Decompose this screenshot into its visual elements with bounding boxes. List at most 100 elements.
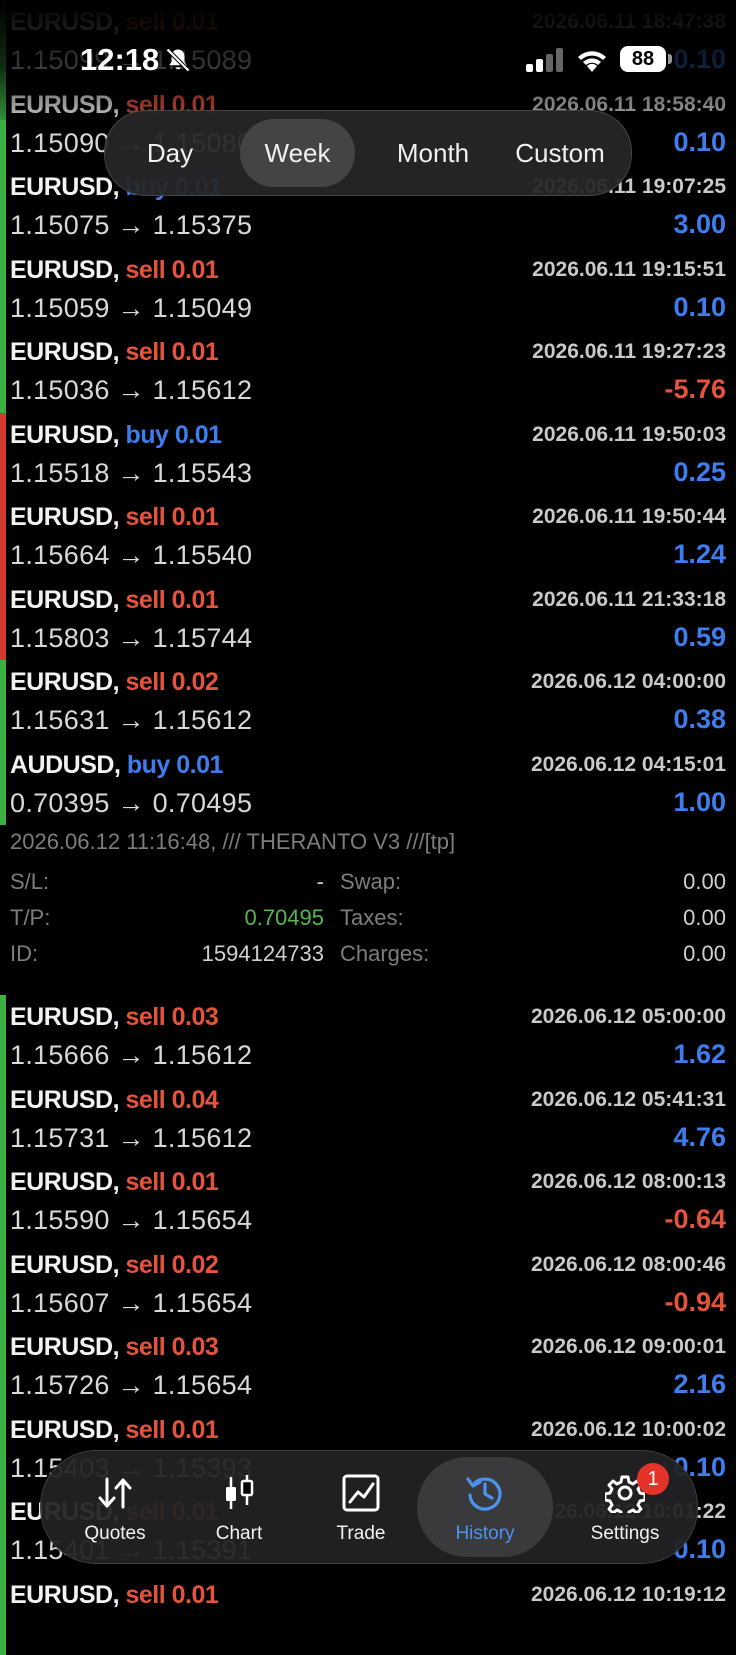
quotes-arrows-icon [95,1473,135,1513]
deal-row[interactable]: EURUSD, sell 0.02 2026.06.12 04:00:00 1.… [0,660,736,743]
period-tab-custom[interactable]: Custom [500,111,620,195]
taxes-label: Taxes: [340,905,404,931]
deal-prices: 1.15731 → 1.15612 [10,1123,252,1154]
taxes-value: 0.00 [683,905,726,931]
deal-side: sell [125,586,165,614]
deal-profit: -0.64 [664,1204,726,1235]
deal-prices: 1.15803 → 1.15744 [10,623,252,654]
deal-symbol-line: EURUSD, sell 0.01 [10,1416,218,1445]
deal-volume: 0.03 [172,1333,219,1361]
deal-prices: 1.15666 → 1.15612 [10,1040,252,1071]
deal-volume: 0.03 [172,1003,219,1031]
deal-symbol: EURUSD, [10,1333,119,1361]
deal-profit: 4.76 [673,1122,726,1153]
tp-label: T/P: [10,905,50,931]
deal-symbol: EURUSD, [10,421,119,449]
detail-row-tp: T/P: 0.70495 Taxes: 0.00 [10,905,726,935]
deal-symbol-line: EURUSD, sell 0.01 [10,338,218,367]
deal-stripe [0,330,6,413]
sl-label: S/L: [10,869,49,895]
deal-symbol: EURUSD, [10,503,119,531]
swap-value: 0.00 [683,869,726,895]
deal-symbol: EURUSD, [10,1003,119,1031]
deal-prices: 1.15518 → 1.15543 [10,458,252,489]
id-label: ID: [10,941,38,967]
deal-volume: 0.01 [172,1581,219,1609]
period-selector: Day Week Month Custom [104,110,632,196]
deal-profit: 3.00 [673,209,726,240]
tab-quotes[interactable]: Quotes [51,1451,179,1563]
tab-chart[interactable]: Chart [175,1451,303,1563]
deal-symbol: EURUSD, [10,1168,119,1196]
deal-side: sell [125,1581,165,1609]
swap-label: Swap: [340,869,401,895]
deal-row[interactable]: EURUSD, sell 0.01 2026.06.11 19:27:23 1.… [0,330,736,413]
deal-volume: 0.01 [172,256,219,284]
tab-trade-label: Trade [297,1523,425,1545]
deal-row[interactable]: EURUSD, sell 0.01 2026.06.12 10:19:12 [0,1573,736,1655]
battery-tip [668,54,672,64]
deal-volume: 0.01 [172,1416,219,1444]
deal-row[interactable]: EURUSD, sell 0.01 2026.06.11 21:33:18 1.… [0,578,736,661]
deal-profit: 2.16 [673,1369,726,1400]
candlestick-icon [219,1473,259,1513]
deal-profit: -0.94 [664,1287,726,1318]
deal-symbol-line: EURUSD, sell 0.02 [10,1251,218,1280]
deal-volume: 0.02 [172,668,219,696]
deal-time: 2026.06.12 10:00:02 [531,1418,726,1442]
deal-symbol: EURUSD, [10,1416,119,1444]
deal-volume: 0.01 [172,1168,219,1196]
tp-value: 0.70495 [244,905,324,931]
deal-comment: 2026.06.12 11:16:48, /// THERANTO V3 ///… [10,829,455,855]
deal-row[interactable]: EURUSD, sell 0.04 2026.06.12 05:41:31 1.… [0,1078,736,1161]
deal-stripe [0,743,6,826]
deal-side: sell [125,1416,165,1444]
deal-row[interactable]: EURUSD, sell 0.01 2026.06.11 19:15:51 1.… [0,248,736,331]
deal-volume: 0.02 [172,1251,219,1279]
settings-notification-badge: 1 [637,1463,669,1495]
deal-prices: 1.15036 → 1.15612 [10,375,252,406]
deal-volume: 0.01 [172,503,219,531]
deal-prices: 1.15607 → 1.15654 [10,1288,252,1319]
tab-settings[interactable]: 1 Settings [561,1451,689,1563]
deal-time: 2026.06.12 08:00:13 [531,1170,726,1194]
deal-volume: 0.04 [172,1086,219,1114]
tab-trade[interactable]: Trade [297,1451,425,1563]
deal-time: 2026.06.12 09:00:01 [531,1335,726,1359]
deal-symbol: EURUSD, [10,1251,119,1279]
deal-stripe [0,1325,6,1408]
deal-row[interactable]: EURUSD, sell 0.03 2026.06.12 09:00:01 1.… [0,1325,736,1408]
detail-row-sl: S/L:-Swap:0.00 [10,869,726,899]
period-tab-week[interactable]: Week [240,119,355,187]
deal-history-list: EURUSD, sell 0.01 2026.06.11 18:47:38 1.… [0,0,736,1655]
deal-row[interactable]: EURUSD, buy 0.01 2026.06.11 19:50:03 1.1… [0,413,736,496]
deal-detail-panel: 2026.06.12 11:16:48, /// THERANTO V3 ///… [0,825,736,995]
deal-profit: 1.24 [673,539,726,570]
deal-side: sell [125,1003,165,1031]
deal-row[interactable]: EURUSD, sell 0.03 2026.06.12 05:00:00 1.… [0,995,736,1078]
deal-prices: 0.70395 → 0.70495 [10,788,252,819]
deal-row[interactable]: EURUSD, sell 0.01 2026.06.12 08:00:13 1.… [0,1160,736,1243]
deal-side: sell [125,256,165,284]
deal-time: 2026.06.12 08:00:46 [531,1253,726,1277]
deal-row[interactable]: AUDUSD, buy 0.01 2026.06.12 04:15:01 0.7… [0,743,736,826]
deal-time: 2026.06.11 19:27:23 [532,340,726,364]
deal-stripe [0,995,6,1078]
deal-prices: 1.15059 → 1.15049 [10,293,252,324]
deal-row[interactable]: EURUSD, sell 0.01 2026.06.11 19:50:44 1.… [0,495,736,578]
deal-profit: 0.59 [673,622,726,653]
deal-symbol: EURUSD, [10,668,119,696]
deal-row[interactable]: EURUSD, sell 0.02 2026.06.12 08:00:46 1.… [0,1243,736,1326]
deal-side: sell [125,668,165,696]
tab-history[interactable]: History [417,1457,553,1557]
deal-profit: 0.38 [673,704,726,735]
deal-volume: 0.01 [172,338,219,366]
deal-time: 2026.06.11 19:50:03 [532,423,726,447]
deal-symbol-line: EURUSD, sell 0.02 [10,668,218,697]
detail-row-id: ID:1594124733Charges:0.00 [10,941,726,971]
deal-time: 2026.06.12 05:00:00 [531,1005,726,1029]
period-tab-day[interactable]: Day [115,111,225,195]
period-tab-month[interactable]: Month [373,111,493,195]
deal-symbol-line: EURUSD, sell 0.01 [10,1581,218,1610]
deal-profit: 0.10 [673,127,726,158]
